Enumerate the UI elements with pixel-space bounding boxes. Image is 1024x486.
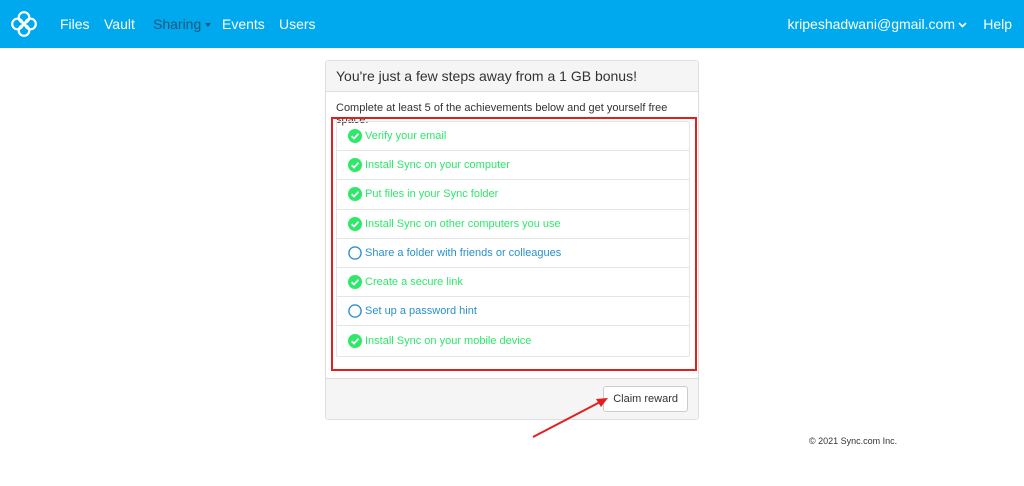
nav-sharing[interactable]: Sharing: [153, 15, 212, 33]
achievement-list: Verify your email Install Sync on your co…: [336, 121, 690, 357]
achievement-item: Create a secure link: [337, 268, 689, 298]
account-email: kripeshadwani@gmail.com: [787, 16, 955, 32]
achievement-item: Install Sync on other computers you use: [337, 210, 689, 239]
check-circle-icon: [348, 187, 362, 202]
nav-events[interactable]: Events: [222, 15, 265, 33]
red-arrow-icon: [532, 398, 608, 438]
panel-footer: Claim reward: [326, 378, 698, 419]
nav-files[interactable]: Files: [60, 15, 90, 33]
achievement-item: Verify your email: [337, 122, 689, 152]
check-circle-icon: [348, 333, 362, 348]
achievement-label: Install Sync on your computer: [365, 159, 510, 172]
empty-circle-icon: [348, 304, 362, 319]
copyright-text: © 2021 Sync.com Inc.: [809, 436, 898, 446]
claim-reward-button[interactable]: Claim reward: [603, 386, 688, 412]
nav-vault[interactable]: Vault: [104, 15, 135, 33]
achievement-item[interactable]: Share a folder with friends or colleague…: [337, 239, 689, 268]
nav-sharing-label: Sharing: [153, 16, 202, 32]
chevron-down-icon: [958, 22, 967, 28]
check-circle-icon: [348, 158, 362, 173]
achievement-label: Share a folder with friends or colleague…: [365, 246, 562, 259]
bonus-panel: You're just a few steps away from a 1 GB…: [325, 60, 699, 420]
achievement-label: Create a secure link: [365, 276, 463, 289]
check-circle-icon: [348, 216, 362, 231]
empty-circle-icon: [348, 246, 362, 260]
check-circle-icon: [348, 275, 362, 290]
achievement-label: Set up a password hint: [365, 305, 477, 318]
top-navbar: Files Vault Sharing Events Users kripesh…: [0, 0, 1024, 48]
nav-help[interactable]: Help: [983, 15, 1012, 33]
account-menu[interactable]: kripeshadwani@gmail.com: [787, 15, 967, 33]
nav-users[interactable]: Users: [279, 15, 316, 33]
panel-heading: You're just a few steps away from a 1 GB…: [326, 61, 698, 92]
caret-down-icon: [205, 23, 212, 28]
achievement-label: Install Sync on your mobile device: [365, 334, 532, 347]
achievement-item: Put files in your Sync folder: [337, 180, 689, 210]
check-circle-icon: [348, 129, 362, 144]
sync-logo-icon[interactable]: [10, 10, 38, 38]
achievement-item: Install Sync on your mobile device: [337, 326, 689, 355]
achievement-label: Install Sync on other computers you use: [365, 217, 561, 230]
achievement-item[interactable]: Set up a password hint: [337, 297, 689, 327]
achievement-item: Install Sync on your computer: [337, 151, 689, 181]
achievement-label: Put files in your Sync folder: [365, 188, 499, 201]
achievement-label: Verify your email: [365, 130, 447, 143]
